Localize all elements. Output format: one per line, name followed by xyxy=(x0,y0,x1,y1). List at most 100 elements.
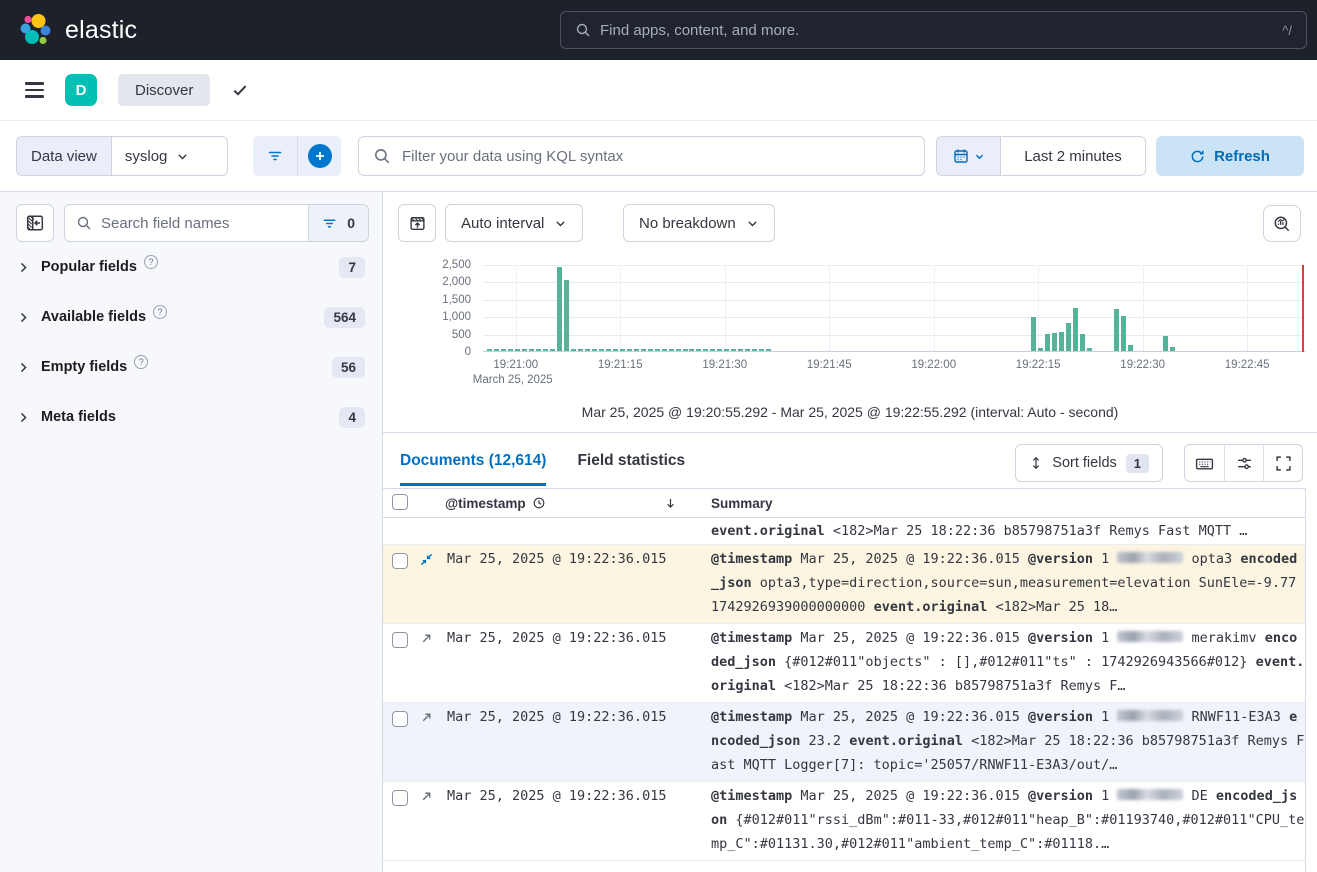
histogram-bar[interactable] xyxy=(641,349,646,351)
histogram-bar[interactable] xyxy=(669,349,674,351)
histogram-bar[interactable] xyxy=(696,349,701,351)
histogram-bar[interactable] xyxy=(724,349,729,351)
histogram-bar[interactable] xyxy=(599,349,604,351)
row-checkbox[interactable] xyxy=(392,711,408,727)
table-row[interactable]: Mar 25, 2025 @ 19:22:36.015@timestamp Ma… xyxy=(383,545,1305,624)
histogram-bar[interactable] xyxy=(522,349,527,351)
histogram-bar[interactable] xyxy=(613,349,618,351)
histogram-bar[interactable] xyxy=(550,349,555,351)
histogram-bar[interactable] xyxy=(606,349,611,351)
histogram-bar[interactable] xyxy=(1128,345,1133,351)
table-row-partial[interactable]: event.original <182>Mar 25 18:22:36 b857… xyxy=(383,518,1305,545)
histogram-bar[interactable] xyxy=(710,349,715,351)
kql-query-input[interactable]: Filter your data using KQL syntax xyxy=(358,136,925,176)
histogram-bar[interactable] xyxy=(1045,334,1050,351)
histogram-bar[interactable] xyxy=(494,349,499,351)
histogram-bar[interactable] xyxy=(564,280,569,351)
histogram-bar[interactable] xyxy=(627,349,632,351)
tab-documents[interactable]: Documents (12,614) xyxy=(400,452,546,486)
histogram-bar[interactable] xyxy=(683,349,688,351)
histogram-bar[interactable] xyxy=(620,349,625,351)
histogram-bar[interactable] xyxy=(487,349,492,351)
time-range-value[interactable]: Last 2 minutes xyxy=(1001,137,1145,175)
histogram-bar[interactable] xyxy=(585,349,590,351)
search-icon xyxy=(76,215,92,231)
sidebar-section-available-fields[interactable]: Available fields?564 xyxy=(0,300,382,334)
sidebar-section-popular-fields[interactable]: Popular fields?7 xyxy=(0,250,382,284)
histogram-bar[interactable] xyxy=(557,267,562,351)
histogram-bar[interactable] xyxy=(508,349,513,351)
hide-chart-button[interactable] xyxy=(398,204,436,242)
histogram-bar[interactable] xyxy=(738,349,743,351)
elastic-logo[interactable]: elastic xyxy=(18,12,137,48)
histogram-bar[interactable] xyxy=(634,349,639,351)
histogram-bar[interactable] xyxy=(515,349,520,351)
histogram-bar[interactable] xyxy=(1066,323,1071,351)
space-avatar[interactable]: D xyxy=(65,74,97,106)
row-checkbox[interactable] xyxy=(392,790,408,806)
select-all-checkbox[interactable] xyxy=(392,494,408,510)
histogram-bar[interactable] xyxy=(501,349,506,351)
field-search-input[interactable]: Search field names xyxy=(65,205,308,241)
tab-field-statistics[interactable]: Field statistics xyxy=(577,452,685,486)
histogram-bar[interactable] xyxy=(648,349,653,351)
collapse-sidebar-button[interactable] xyxy=(16,204,54,242)
fullscreen-button[interactable] xyxy=(1263,445,1302,481)
menu-icon[interactable] xyxy=(25,82,44,98)
saved-filters-button[interactable] xyxy=(253,136,297,176)
histogram-bar[interactable] xyxy=(543,349,548,351)
data-view-picker[interactable]: Data view syslog xyxy=(16,136,228,176)
histogram-bar[interactable] xyxy=(676,349,681,351)
histogram-bar[interactable] xyxy=(1087,348,1092,351)
row-checkbox[interactable] xyxy=(392,632,408,648)
display-options-button[interactable] xyxy=(1224,445,1263,481)
sidebar-section-meta-fields[interactable]: Meta fields4 xyxy=(0,400,382,434)
refresh-button[interactable]: Refresh xyxy=(1156,136,1304,176)
histogram-bar[interactable] xyxy=(1163,336,1168,351)
breadcrumb-discover[interactable]: Discover xyxy=(118,74,210,106)
keyboard-shortcuts-button[interactable] xyxy=(1185,445,1224,481)
histogram-bar[interactable] xyxy=(731,349,736,351)
sidebar-section-empty-fields[interactable]: Empty fields?56 xyxy=(0,350,382,384)
histogram-bar[interactable] xyxy=(655,349,660,351)
histogram-bar[interactable] xyxy=(1114,309,1119,351)
check-icon[interactable] xyxy=(231,81,249,99)
histogram-bar[interactable] xyxy=(536,349,541,351)
histogram-bar[interactable] xyxy=(752,349,757,351)
histogram-bar[interactable] xyxy=(1038,348,1043,351)
global-search-input[interactable]: Find apps, content, and more. ^/ xyxy=(560,11,1307,49)
edit-visualization-button[interactable] xyxy=(1263,205,1301,242)
histogram-bar[interactable] xyxy=(717,349,722,351)
summary-header-label: Summary xyxy=(711,496,773,511)
histogram-bar[interactable] xyxy=(1031,317,1036,351)
histogram-bar[interactable] xyxy=(571,349,576,351)
table-row[interactable]: Mar 25, 2025 @ 19:22:36.015@timestamp Ma… xyxy=(383,703,1305,782)
grid-scrollbar-gutter[interactable] xyxy=(1305,488,1317,872)
field-filter-button[interactable]: 0 xyxy=(308,205,368,241)
histogram-bar[interactable] xyxy=(1170,347,1175,351)
timestamp-column-header[interactable]: @timestamp xyxy=(439,496,685,511)
histogram-bar[interactable] xyxy=(1080,334,1085,351)
histogram-bar[interactable] xyxy=(703,349,708,351)
add-filter-button[interactable] xyxy=(297,136,341,176)
row-checkbox[interactable] xyxy=(392,553,408,569)
histogram-bar[interactable] xyxy=(1059,332,1064,351)
histogram-bar[interactable] xyxy=(1073,308,1078,352)
histogram-bar[interactable] xyxy=(1052,333,1057,351)
table-row[interactable]: Mar 25, 2025 @ 19:22:36.015@timestamp Ma… xyxy=(383,782,1305,861)
histogram-bar[interactable] xyxy=(578,349,583,351)
interval-dropdown[interactable]: Auto interval xyxy=(445,204,583,242)
histogram-bar[interactable] xyxy=(662,349,667,351)
histogram-bar[interactable] xyxy=(745,349,750,351)
breakdown-dropdown[interactable]: No breakdown xyxy=(623,204,775,242)
histogram-bar[interactable] xyxy=(529,349,534,351)
sort-fields-button[interactable]: Sort fields 1 xyxy=(1015,444,1163,482)
quick-select-button[interactable] xyxy=(937,137,1001,175)
histogram-bar[interactable] xyxy=(759,349,764,351)
histogram-bar[interactable] xyxy=(1121,316,1126,351)
histogram-bar[interactable] xyxy=(592,349,597,351)
histogram-chart[interactable]: 05001,0001,5002,0002,500 19:21:00March 2… xyxy=(383,255,1317,395)
histogram-bar[interactable] xyxy=(766,349,771,351)
histogram-bar[interactable] xyxy=(689,349,694,351)
table-row[interactable]: Mar 25, 2025 @ 19:22:36.015@timestamp Ma… xyxy=(383,624,1305,703)
